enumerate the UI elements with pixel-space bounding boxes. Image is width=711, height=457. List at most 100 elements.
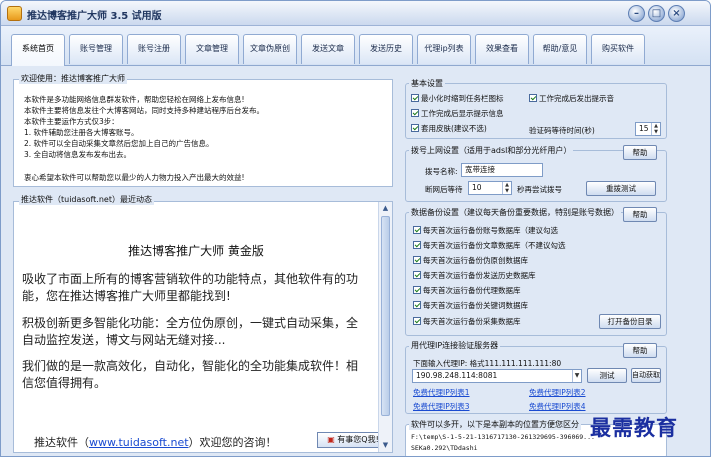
maximize-icon[interactable]: □ <box>648 5 665 22</box>
chevron-down-icon[interactable]: ▼ <box>572 370 581 382</box>
tab-home[interactable]: 系统首页 <box>11 34 65 66</box>
free-proxy-link-1[interactable]: 免费代理IP列表1 <box>413 387 470 398</box>
skin-checkbox[interactable]: 套用皮肤(建议不选) <box>411 123 487 134</box>
checkbox-label: 每天首次运行备份文章数据库（不建议勾选 <box>423 241 566 250</box>
tab-proxy-list[interactable]: 代理ip列表 <box>417 34 471 64</box>
welcome-line: 衷心希望本软件可以帮助您以最少的人力物力投入产出最大的效益! <box>24 173 245 182</box>
news-scrollbar[interactable]: ▲ ▼ <box>378 202 392 452</box>
tab-pseudo-original[interactable]: 文章伪原创 <box>243 34 297 64</box>
copy-location-title: 软件可以多开，以下是本副本的位置方便您区分 <box>409 419 581 430</box>
title-bar: 推达博客推广大师 3.5 试用版 – □ × <box>1 1 710 26</box>
free-proxy-link-2[interactable]: 免费代理IP列表2 <box>529 387 586 398</box>
checked-icon <box>411 124 419 132</box>
dial-help-button[interactable]: 帮助 <box>623 145 657 160</box>
tab-register[interactable]: 账号注册 <box>127 34 181 64</box>
window-title: 推达博客推广大师 3.5 试用版 <box>27 11 162 22</box>
proxy-test-button[interactable]: 测试 <box>587 368 627 383</box>
minimize-tray-checkbox[interactable]: 最小化时缩到任务栏图标 <box>411 93 504 104</box>
scroll-thumb[interactable] <box>381 216 390 416</box>
welcome-line: 本软件是多功能网络信息群发软件，帮助您轻松在网络上发布信息! <box>24 95 245 104</box>
checked-icon <box>413 241 421 249</box>
checked-icon <box>413 301 421 309</box>
spinner-icon[interactable]: ▲ ▼ <box>502 182 511 194</box>
checkbox-label: 套用皮肤(建议不选) <box>421 124 487 133</box>
dial-wait-label: 断网后等待 <box>425 185 463 194</box>
news-paragraph: 吸收了市面上所有的博客营销软件的功能特点，其他软件有的功 <box>22 272 359 286</box>
news-paragraph: 信您值得拥有。 <box>22 376 107 390</box>
tab-bar: 系统首页 账号管理 账号注册 文章管理 文章伪原创 发送文章 发送历史 代理ip… <box>1 26 710 66</box>
checkbox-label: 每天首次运行备份关键词数据库 <box>423 301 528 310</box>
tab-accounts[interactable]: 账号管理 <box>69 34 123 64</box>
copy-path-line: F:\temp\S-1-5-21-1316717130-261329695-39… <box>411 433 595 441</box>
checked-icon <box>413 317 421 325</box>
captcha-wait-value: 15 <box>639 124 649 133</box>
watermark-text: 最需教育 <box>590 415 678 440</box>
open-backup-dir-button[interactable]: 打开备份目录 <box>599 314 661 329</box>
dial-wait-value: 10 <box>472 183 482 192</box>
news-paragraph: 积极创新更多智能化功能：全方位伪原创，一键式自动采集，全 <box>22 316 359 330</box>
dial-name-label: 拨号名称: <box>425 167 458 176</box>
scroll-up-icon[interactable]: ▲ <box>381 204 390 213</box>
backup-keywords-checkbox[interactable]: 每天首次运行备份关键词数据库 <box>413 300 528 311</box>
backup-pseudo-checkbox[interactable]: 每天首次运行备份伪原创数据库 <box>413 255 528 266</box>
tab-send[interactable]: 发送文章 <box>301 34 355 64</box>
news-panel: 推达博客推广大师 黄金版 吸收了市面上所有的博客营销软件的功能特点，其他软件有的… <box>13 201 393 453</box>
redial-test-button[interactable]: 重拨测试 <box>586 181 656 196</box>
copy-path-line: SEKa0.292\TDdashi <box>411 444 478 452</box>
news-paragraph: 能，您在推达博客推广大师里都能找到! <box>22 289 231 303</box>
welcome-line: 本软件主要运作方式仅3步： <box>24 117 119 126</box>
app-window: 推达博客推广大师 3.5 试用版 – □ × 系统首页 账号管理 账号注册 文章… <box>0 0 711 457</box>
news-paragraph: 自动监控发送，博文与网站无缝对接... <box>22 333 226 347</box>
news-footer: 推达软件（www.tuidasoft.net）欢迎您的咨询！ <box>34 434 277 450</box>
spinner-icon[interactable]: ▲ ▼ <box>651 123 660 135</box>
minimize-icon[interactable]: – <box>628 5 645 22</box>
website-link[interactable]: www.tuidasoft.net <box>89 436 189 449</box>
backup-history-checkbox[interactable]: 每天首次运行备份发送历史数据库 <box>413 270 536 281</box>
captcha-wait-input[interactable]: 15 ▲ ▼ <box>635 122 661 136</box>
checkbox-label: 每天首次运行备份发送历史数据库 <box>423 271 536 280</box>
free-proxy-link-3[interactable]: 免费代理IP列表3 <box>413 401 470 412</box>
tab-help[interactable]: 帮助/意见 <box>533 34 587 64</box>
free-proxy-link-4[interactable]: 免费代理IP列表4 <box>529 401 586 412</box>
proxy-auto-button[interactable]: 自动获取 <box>631 368 661 383</box>
dial-retry-label: 秒再尝试拨号 <box>517 185 562 194</box>
welcome-line: 1. 软件辅助您注册各大博客账号。 <box>24 128 139 137</box>
dial-wait-input[interactable]: 10 ▲ ▼ <box>468 181 512 195</box>
news-footer-prefix: 推达软件（ <box>34 436 89 449</box>
qq-icon: ▣ <box>327 435 335 444</box>
dial-name-input[interactable]: 宽带连接 <box>461 163 543 177</box>
dial-settings-title: 拨号上网设置（适用于adsl和部分光纤用户） <box>409 145 574 156</box>
checked-icon <box>411 109 419 117</box>
done-message-checkbox[interactable]: 工作完成后显示提示信息 <box>411 108 504 119</box>
checked-icon <box>413 226 421 234</box>
checkbox-label: 最小化时缩到任务栏图标 <box>421 94 504 103</box>
checkbox-label: 每天首次运行备份采集数据库 <box>423 317 521 326</box>
done-sound-checkbox[interactable]: 工作完成后发出提示音 <box>529 93 614 104</box>
news-headline: 推达博客推广大师 黄金版 <box>128 244 264 258</box>
checkbox-label: 工作完成后显示提示信息 <box>421 109 504 118</box>
checkbox-label: 每天首次运行备份伪原创数据库 <box>423 256 528 265</box>
proxy-hint: 下面输入代理IP: 格式111.111.111.111:80 <box>413 359 562 368</box>
checked-icon <box>529 94 537 102</box>
tab-buy[interactable]: 购买软件 <box>591 34 645 64</box>
tab-results[interactable]: 效果查看 <box>475 34 529 64</box>
proxy-ip-select[interactable]: 190.98.248.114:8081 ▼ <box>412 369 582 383</box>
checked-icon <box>413 256 421 264</box>
proxy-help-button[interactable]: 帮助 <box>623 343 657 358</box>
scroll-down-icon[interactable]: ▼ <box>381 441 390 450</box>
close-icon[interactable]: × <box>668 5 685 22</box>
backup-collect-checkbox[interactable]: 每天首次运行备份采集数据库 <box>413 316 521 327</box>
checkbox-label: 每天首次运行备份账号数据库（建议勾选 <box>423 226 558 235</box>
captcha-wait-label: 验证码等待时间(秒) <box>529 126 595 135</box>
welcome-title: 欢迎使用：推达博客推广大师 <box>19 73 127 84</box>
tab-articles[interactable]: 文章管理 <box>185 34 239 64</box>
welcome-line: 2. 软件可以全自动采集文章然后您加上自己的广告信息。 <box>24 139 214 148</box>
backup-accounts-checkbox[interactable]: 每天首次运行备份账号数据库（建议勾选 <box>413 225 558 236</box>
backup-help-button[interactable]: 帮助 <box>623 207 657 222</box>
tab-history[interactable]: 发送历史 <box>359 34 413 64</box>
app-logo-icon <box>7 6 22 21</box>
welcome-line: 本软件主要将信息发往个大博客网站，同时支持多种建站程序后台发布。 <box>24 106 264 115</box>
backup-articles-checkbox[interactable]: 每天首次运行备份文章数据库（不建议勾选 <box>413 240 566 251</box>
backup-proxy-checkbox[interactable]: 每天首次运行备份代理数据库 <box>413 285 521 296</box>
backup-settings-title: 数据备份设置（建议每天备份重要数据，特别是账号数据） <box>409 207 621 218</box>
